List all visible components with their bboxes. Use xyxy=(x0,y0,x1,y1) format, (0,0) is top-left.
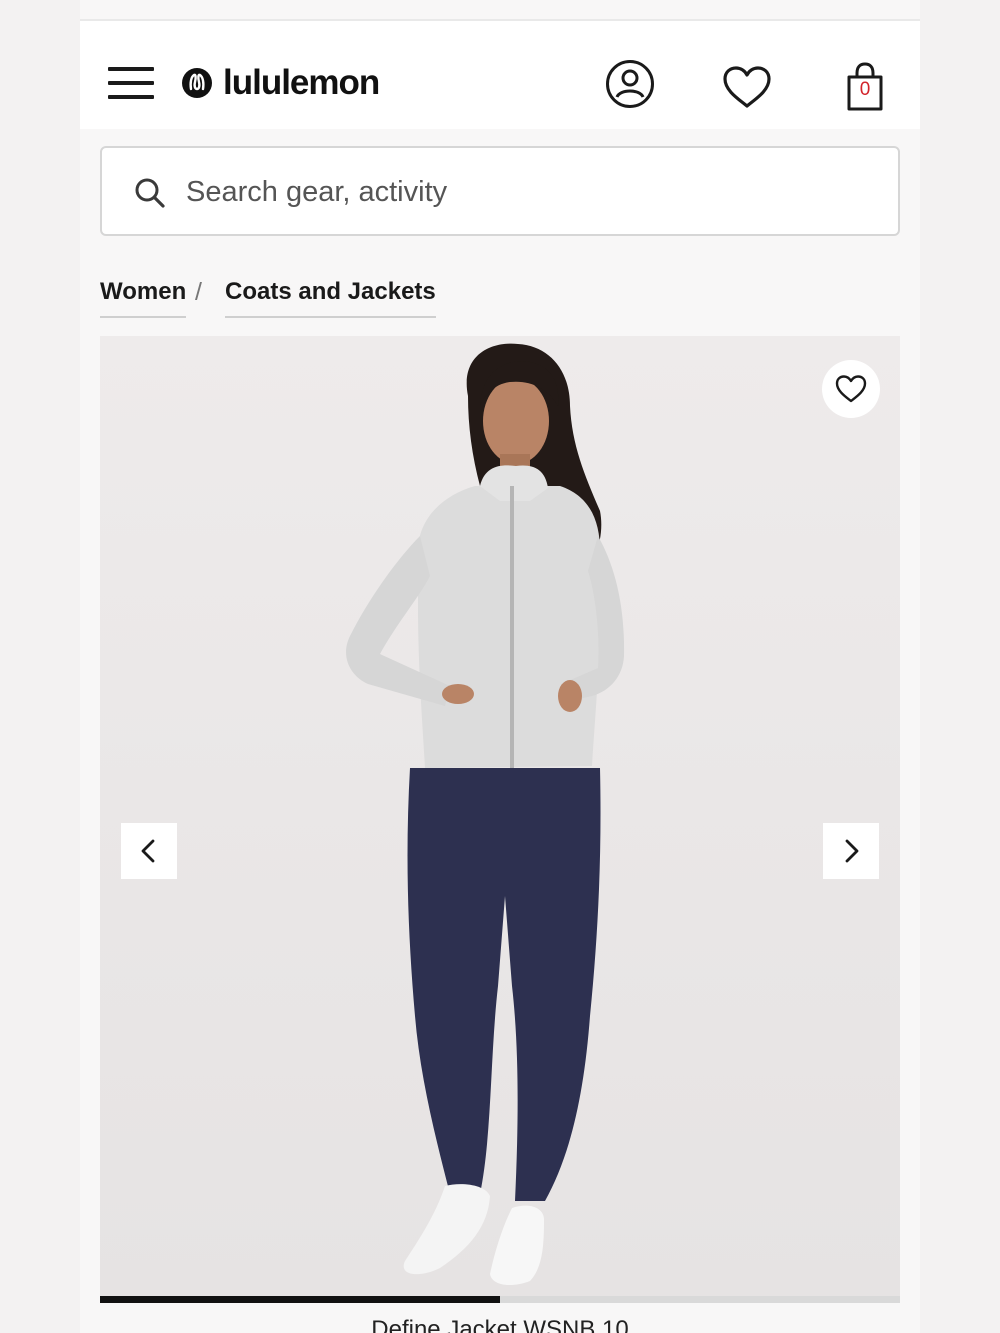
menu-icon-bar xyxy=(108,81,154,85)
search-icon xyxy=(135,178,165,208)
chevron-left-icon xyxy=(141,839,155,863)
search-input[interactable] xyxy=(184,168,868,216)
menu-icon-bar xyxy=(108,67,154,71)
breadcrumb-link-coats-and-jackets[interactable]: Coats and Jackets xyxy=(225,278,436,318)
add-to-wishlist-button[interactable] xyxy=(822,360,880,418)
menu-icon-bar xyxy=(108,95,154,99)
wishlist-heart-icon[interactable] xyxy=(722,65,772,109)
product-photo xyxy=(346,343,625,1286)
site-header: lululemon 0 xyxy=(80,21,920,129)
brand-name[interactable]: lululemon xyxy=(223,61,380,105)
previous-image-button[interactable] xyxy=(121,823,177,879)
shopping-bag-button[interactable]: 0 xyxy=(845,61,885,113)
product-image-gallery[interactable] xyxy=(100,336,900,1296)
account-icon[interactable] xyxy=(605,59,655,109)
search-bar[interactable] xyxy=(100,146,900,236)
heart-icon xyxy=(835,375,867,403)
lululemon-logo-icon[interactable] xyxy=(181,67,213,99)
bag-count-badge: 0 xyxy=(859,79,871,100)
gallery-progress-fill xyxy=(100,1296,500,1303)
gallery-progress-bar xyxy=(100,1296,900,1303)
breadcrumb-separator: / xyxy=(195,278,202,306)
next-image-button[interactable] xyxy=(823,823,879,879)
page: lululemon 0 Women / Coats and Jackets xyxy=(80,0,920,1333)
menu-button[interactable] xyxy=(108,65,154,101)
chevron-right-icon xyxy=(845,839,859,863)
breadcrumb-link-women[interactable]: Women xyxy=(100,278,187,318)
product-title: Define Jacket WSNB 10 xyxy=(371,1316,629,1333)
